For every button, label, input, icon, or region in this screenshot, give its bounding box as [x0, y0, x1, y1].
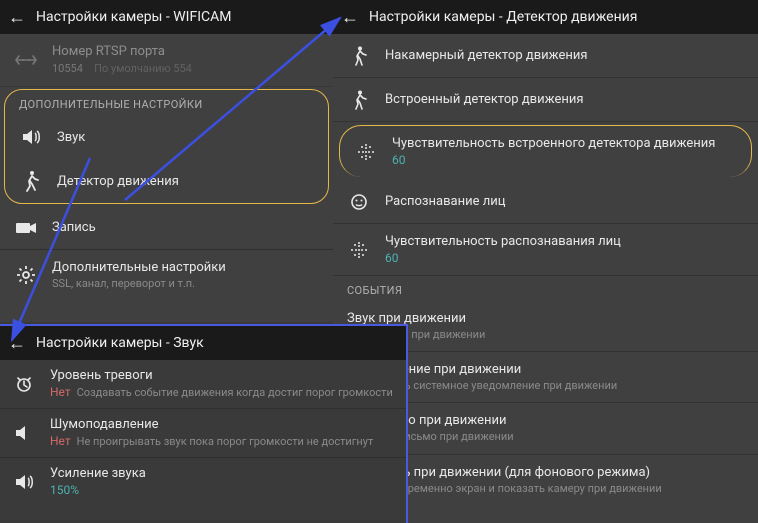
- header-title: Настройки камеры - Детектор движения: [369, 9, 637, 25]
- extra-sub: SSL, канал, переворот и т.п.: [52, 277, 319, 290]
- events-section: СОБЫТИЯ: [333, 276, 758, 301]
- gain-label: Усиление звука: [50, 466, 394, 481]
- gear-icon: [14, 265, 38, 285]
- sensitivity-label: Чувствительность встроенного детектора д…: [392, 136, 737, 151]
- sound-icon: [19, 128, 43, 146]
- back-icon[interactable]: ←: [8, 7, 26, 28]
- record-row[interactable]: Запись: [0, 206, 333, 250]
- face-row[interactable]: Распознавание лиц: [333, 180, 758, 224]
- gain-row[interactable]: Усиление звука 150%: [0, 458, 406, 505]
- walk-icon: [347, 90, 371, 110]
- oncam-label: Накамерный детектор движения: [385, 48, 744, 63]
- additional-settings-group: ДОПОЛНИТЕЛЬНЫЕ НАСТРОЙКИ Звук Детектор д…: [4, 89, 329, 204]
- camera-icon: [14, 220, 38, 236]
- face-icon: [347, 193, 371, 211]
- noise-sub: Не проигрывать звук пока порог громкости…: [77, 435, 374, 448]
- header-title: Настройки камеры - WIFICAM: [36, 9, 232, 25]
- alarm-icon: [12, 374, 36, 394]
- sound-row[interactable]: Звук: [5, 115, 328, 159]
- gain-value: 150%: [50, 483, 394, 497]
- header-sound: ← Настройки камеры - Звук: [0, 326, 406, 360]
- camera-settings-main-panel: ← Настройки камеры - WIFICAM Номер RTSP …: [0, 0, 333, 322]
- sound-label: Звук: [57, 130, 314, 145]
- noise-label: Шумоподавление: [50, 417, 394, 432]
- header-motion: ← Настройки камеры - Детектор движения: [333, 0, 758, 34]
- alarm-label: Уровень тревоги: [50, 368, 394, 383]
- sensitivity-row[interactable]: Чувствительность встроенного детектора д…: [339, 125, 752, 177]
- grid-icon: [347, 241, 371, 259]
- noise-off: Нет: [50, 434, 71, 448]
- alarm-off: Нет: [50, 385, 71, 399]
- face-sens-value: 60: [385, 251, 744, 265]
- rtsp-hint: По умолчанию 554: [94, 62, 192, 75]
- face-label: Распознавание лиц: [385, 194, 744, 209]
- face-sensitivity-row[interactable]: Чувствительность распознавания лиц 60: [333, 224, 758, 276]
- rtsp-label: Номер RTSP порта: [52, 44, 319, 59]
- rtsp-value: 10554: [52, 62, 83, 75]
- alarm-level-row[interactable]: Уровень тревоги Нет Создавать событие дви…: [0, 360, 406, 409]
- walk-icon: [19, 170, 43, 192]
- face-sens-label: Чувствительность распознавания лиц: [385, 234, 744, 249]
- section-additional: ДОПОЛНИТЕЛЬНЫЕ НАСТРОЙКИ: [5, 90, 328, 115]
- rtsp-icon: [14, 53, 38, 67]
- back-icon[interactable]: ←: [341, 7, 359, 28]
- walk-icon: [347, 46, 371, 66]
- sound-icon: [12, 473, 36, 491]
- motion-label: Детектор движения: [57, 174, 314, 189]
- extra-label: Дополнительные настройки: [52, 260, 319, 275]
- alarm-sub: Создавать событие движения когда достиг …: [77, 386, 393, 399]
- rtsp-port-row[interactable]: Номер RTSP порта 10554 По умолчанию 554: [0, 34, 333, 87]
- record-label: Запись: [52, 220, 319, 235]
- sensitivity-value: 60: [392, 153, 737, 167]
- oncam-detector-row[interactable]: Накамерный детектор движения: [333, 34, 758, 78]
- noise-row[interactable]: Шумоподавление Нет Не проигрывать звук по…: [0, 409, 406, 458]
- header-main: ← Настройки камеры - WIFICAM: [0, 0, 333, 34]
- motion-row[interactable]: Детектор движения: [5, 159, 328, 203]
- builtin-detector-row[interactable]: Встроенный детектор движения: [333, 78, 758, 122]
- sound-settings-panel: ← Настройки камеры - Звук Уровень тревог…: [0, 324, 408, 523]
- grid-icon: [354, 143, 378, 161]
- mute-icon: [12, 424, 36, 442]
- builtin-label: Встроенный детектор движения: [385, 92, 744, 107]
- back-icon[interactable]: ←: [8, 333, 26, 354]
- header-title: Настройки камеры - Звук: [36, 335, 204, 351]
- extra-row[interactable]: Дополнительные настройки SSL, канал, пер…: [0, 250, 333, 300]
